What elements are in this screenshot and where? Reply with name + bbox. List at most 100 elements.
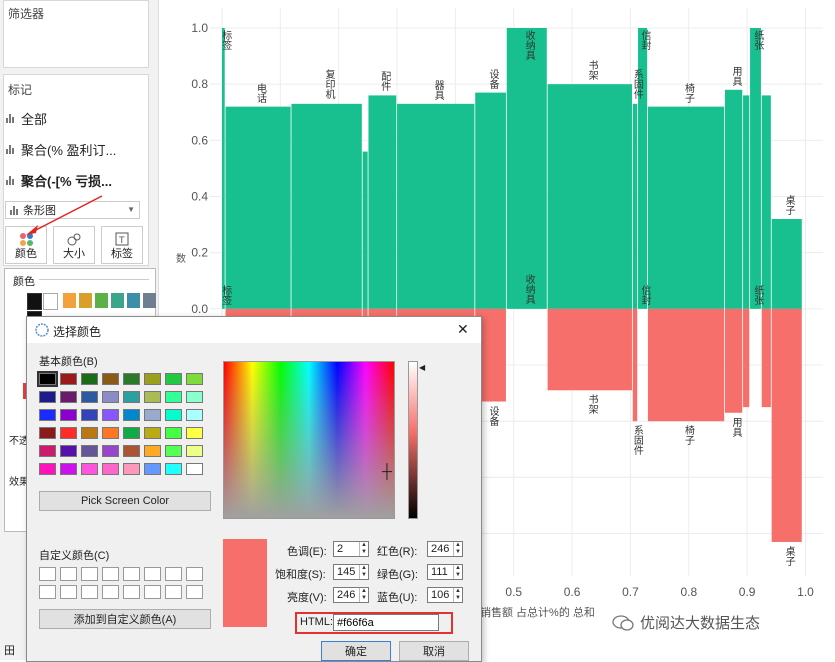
green-spinbox[interactable]: 111 ▲ ▼ <box>427 564 463 580</box>
basic-color-swatch[interactable] <box>39 391 56 403</box>
hue-spinbox[interactable]: 2 ▲ ▼ <box>333 541 369 557</box>
basic-color-swatch[interactable] <box>165 409 182 421</box>
basic-color-swatch[interactable] <box>123 463 140 475</box>
spin-arrows-icon[interactable]: ▲ ▼ <box>453 542 462 556</box>
basic-color-swatch[interactable] <box>165 427 182 439</box>
basic-color-swatch[interactable] <box>81 409 98 421</box>
basic-color-swatch[interactable] <box>102 391 119 403</box>
basic-color-swatch[interactable] <box>186 373 203 385</box>
custom-color-swatch[interactable] <box>102 585 119 599</box>
color-spectrum[interactable]: ┼ <box>223 361 395 519</box>
palette-swatch[interactable] <box>95 293 108 308</box>
custom-color-swatch[interactable] <box>144 567 161 581</box>
palette-swatch[interactable] <box>79 293 92 308</box>
custom-color-swatch[interactable] <box>123 567 140 581</box>
basic-color-swatch[interactable] <box>144 373 161 385</box>
basic-color-swatch[interactable] <box>39 427 56 439</box>
basic-color-swatch[interactable] <box>123 445 140 457</box>
basic-color-swatch[interactable] <box>60 463 77 475</box>
custom-color-swatch[interactable] <box>81 585 98 599</box>
custom-color-swatch[interactable] <box>165 585 182 599</box>
basic-color-swatch[interactable] <box>144 463 161 475</box>
basic-color-swatch[interactable] <box>37 371 58 387</box>
custom-color-swatch[interactable] <box>60 585 77 599</box>
basic-color-swatch[interactable] <box>60 373 77 385</box>
custom-color-swatch[interactable] <box>102 567 119 581</box>
luminance-arrow-icon[interactable]: ◀ <box>419 363 425 372</box>
custom-color-swatch[interactable] <box>123 585 140 599</box>
add-custom-color-button[interactable]: 添加到自定义颜色(A) <box>39 609 211 629</box>
spin-arrows-icon[interactable]: ▲ ▼ <box>359 588 368 602</box>
basic-color-swatch[interactable] <box>102 409 119 421</box>
cancel-button[interactable]: 取消 <box>399 641 469 661</box>
palette-swatch[interactable] <box>143 293 156 308</box>
pick-screen-color-button[interactable]: Pick Screen Color <box>39 491 211 511</box>
html-input[interactable] <box>333 614 439 631</box>
cancel-button-label: 取消 <box>423 646 445 658</box>
basic-color-swatch[interactable] <box>144 391 161 403</box>
basic-color-swatch[interactable] <box>123 391 140 403</box>
basic-color-swatch[interactable] <box>165 391 182 403</box>
basic-color-swatch[interactable] <box>102 427 119 439</box>
custom-color-swatch[interactable] <box>39 567 56 581</box>
custom-color-swatch[interactable] <box>165 567 182 581</box>
basic-color-swatch[interactable] <box>165 463 182 475</box>
basic-color-swatch[interactable] <box>60 409 77 421</box>
basic-color-swatch[interactable] <box>123 409 140 421</box>
basic-color-swatch[interactable] <box>102 463 119 475</box>
hue-label: 色调(E): <box>287 546 327 558</box>
basic-color-swatch[interactable] <box>60 427 77 439</box>
dialog-titlebar[interactable]: 选择颜色 ✕ <box>27 317 481 343</box>
basic-color-swatch[interactable] <box>123 427 140 439</box>
basic-color-swatch[interactable] <box>186 427 203 439</box>
basic-color-swatch[interactable] <box>60 391 77 403</box>
basic-color-swatch[interactable] <box>186 391 203 403</box>
basic-color-swatch[interactable] <box>39 445 56 457</box>
spin-arrows-icon[interactable]: ▲ ▼ <box>453 588 462 602</box>
palette-swatch[interactable] <box>111 293 124 308</box>
basic-color-swatch[interactable] <box>81 445 98 457</box>
value-spinbox[interactable]: 246 ▲ ▼ <box>333 587 369 603</box>
palette-swatch[interactable] <box>27 293 42 310</box>
basic-color-swatch[interactable] <box>123 373 140 385</box>
palette-swatch[interactable] <box>127 293 140 308</box>
profit-bar <box>638 28 648 309</box>
bottom-tab-fragment[interactable]: 田 <box>0 642 26 660</box>
basic-color-swatch[interactable] <box>165 445 182 457</box>
basic-color-swatch[interactable] <box>81 373 98 385</box>
custom-color-swatch[interactable] <box>186 567 203 581</box>
blue-spinbox[interactable]: 106 ▲ ▼ <box>427 587 463 603</box>
basic-color-swatch[interactable] <box>39 409 56 421</box>
custom-color-swatch[interactable] <box>186 585 203 599</box>
basic-color-swatch[interactable] <box>165 373 182 385</box>
red-spinbox[interactable]: 246 ▲ ▼ <box>427 541 463 557</box>
basic-color-swatch[interactable] <box>81 463 98 475</box>
saturation-spinbox[interactable]: 145 ▲ ▼ <box>333 564 369 580</box>
basic-color-swatch[interactable] <box>39 463 56 475</box>
basic-color-swatch[interactable] <box>60 445 77 457</box>
basic-color-swatch[interactable] <box>186 445 203 457</box>
custom-color-swatch[interactable] <box>39 585 56 599</box>
basic-color-swatch[interactable] <box>102 445 119 457</box>
spin-arrows-icon[interactable]: ▲ ▼ <box>453 565 462 579</box>
spin-arrows-icon[interactable]: ▲ ▼ <box>359 565 368 579</box>
ok-button[interactable]: 确定 <box>321 641 391 661</box>
spin-arrows-icon[interactable]: ▲ ▼ <box>359 542 368 556</box>
basic-color-swatch[interactable] <box>81 391 98 403</box>
saturation-value: 145 <box>337 566 356 578</box>
basic-color-swatch[interactable] <box>81 427 98 439</box>
palette-swatch[interactable] <box>63 293 76 308</box>
basic-color-swatch[interactable] <box>186 463 203 475</box>
basic-color-swatch[interactable] <box>144 409 161 421</box>
basic-color-swatch[interactable] <box>102 373 119 385</box>
basic-color-swatch[interactable] <box>186 409 203 421</box>
custom-color-swatch[interactable] <box>60 567 77 581</box>
basic-color-swatch[interactable] <box>144 427 161 439</box>
custom-color-swatch[interactable] <box>81 567 98 581</box>
loss-bar <box>771 308 802 542</box>
palette-swatch[interactable] <box>43 293 58 310</box>
close-icon[interactable]: ✕ <box>457 321 469 338</box>
basic-color-swatch[interactable] <box>144 445 161 457</box>
custom-color-swatch[interactable] <box>144 585 161 599</box>
luminance-slider[interactable] <box>408 361 418 519</box>
